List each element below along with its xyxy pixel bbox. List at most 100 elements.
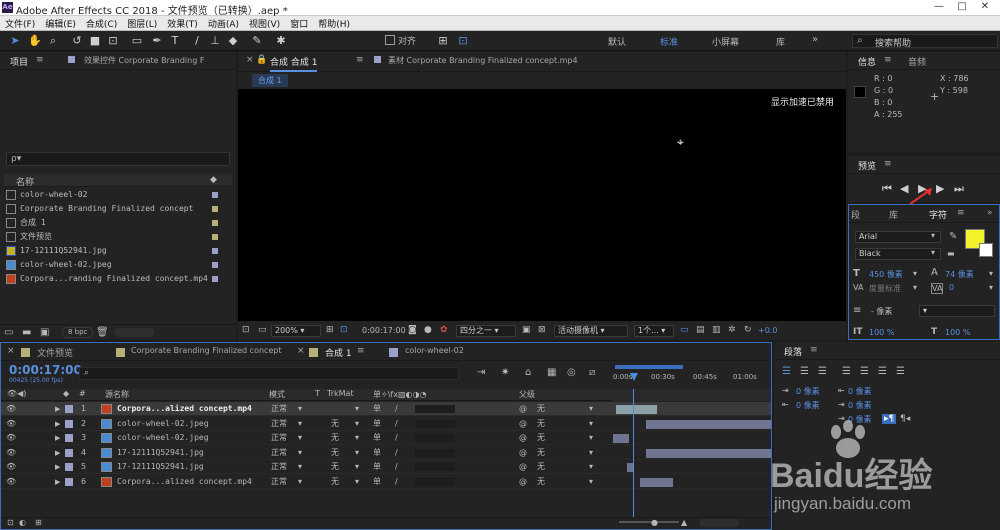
table-row[interactable]: 👁 ▶ 5 17-12111Q52941.jpg 正常 ▾ 无 ▾ 单 / @ 无 ▾	[1, 460, 771, 474]
column-name-label[interactable]: 名称	[16, 175, 34, 188]
label-column-icon[interactable]: ◆	[210, 175, 217, 185]
menu-file[interactable]: 文件(F)	[0, 16, 40, 31]
panel-menu-icon[interactable]: ≡	[36, 55, 44, 65]
kerning-dropdown-icon[interactable]: ▾	[913, 283, 917, 292]
panel-menu-icon[interactable]: ≡	[884, 159, 892, 169]
menu-help[interactable]: 帮助(H)	[313, 16, 355, 31]
mode-dropdown-icon[interactable]: ▾	[298, 460, 302, 474]
pen-tool-icon[interactable]: ✒	[150, 34, 164, 48]
shy-switch-icon[interactable]: 单	[373, 402, 381, 416]
bpc-button[interactable]: 8 bpc	[62, 327, 94, 338]
layer-name[interactable]: color-wheel-02.jpeg	[117, 417, 209, 431]
layer-parent[interactable]: 无	[537, 460, 545, 474]
layer-mode[interactable]: 正常	[271, 402, 287, 416]
shy-switch-icon[interactable]: 单	[373, 460, 381, 474]
timeline-current-time[interactable]: 0:00:17:00	[9, 363, 82, 377]
layer-duration-bar[interactable]	[616, 405, 658, 414]
snapshot-icon[interactable]: ◙	[408, 325, 417, 335]
zoom-dropdown[interactable]: 200% ▾	[271, 325, 321, 337]
zoom-handle-icon[interactable]: ●	[651, 518, 658, 527]
align-right-icon[interactable]: ☰	[818, 366, 827, 377]
parent-dropdown-icon[interactable]: ▾	[589, 402, 593, 416]
pickwhip-icon[interactable]: @	[519, 417, 527, 431]
puppet-tool-icon[interactable]: ✱	[274, 34, 288, 48]
label-swatch[interactable]	[65, 448, 73, 457]
mask-visibility-icon[interactable]: ⊡	[340, 325, 348, 335]
draft-3d-icon[interactable]: ✷	[501, 367, 509, 378]
mode-dropdown-icon[interactable]: ▾	[298, 475, 302, 489]
tab-character[interactable]: 字符	[929, 208, 947, 221]
indent-left-value[interactable]: 0 像素	[796, 386, 820, 397]
last-frame-icon[interactable]: ⏭	[954, 182, 964, 196]
visibility-eye-icon[interactable]: 👁	[6, 431, 16, 445]
next-frame-icon[interactable]: ▶	[936, 182, 944, 195]
tracking-value[interactable]: 0	[949, 283, 954, 292]
layer-trkmat[interactable]: 无	[331, 431, 339, 445]
playhead-line[interactable]	[633, 389, 634, 517]
graph-editor-icon[interactable]: ⧄	[589, 367, 595, 378]
snap-edges-icon[interactable]: ⊡	[456, 34, 470, 48]
new-composition-icon[interactable]: ▣	[40, 327, 49, 338]
tab-composition[interactable]: 合成 合成 1	[270, 55, 318, 72]
composition-flowchart-icon[interactable]: ⇥	[477, 367, 485, 378]
pickwhip-icon[interactable]: @	[519, 460, 527, 474]
composition-viewer[interactable]: 显示加速已禁用 ⌖	[238, 89, 846, 321]
clone-stamp-tool-icon[interactable]: ⊥	[208, 34, 222, 48]
pickwhip-icon[interactable]: @	[519, 431, 527, 445]
frame-blending-icon[interactable]: ▦	[547, 367, 556, 378]
layer-duration-bar[interactable]	[613, 434, 629, 443]
source-name-header[interactable]: 源名称	[105, 389, 129, 400]
timeline-icon[interactable]: ▥	[712, 325, 721, 335]
delete-icon[interactable]: 🗑	[96, 327, 109, 338]
close-tab-icon[interactable]: ×	[246, 55, 254, 65]
trkmat-dropdown-icon[interactable]: ▾	[355, 460, 359, 474]
layer-mode[interactable]: 正常	[271, 475, 287, 489]
layer-mode[interactable]: 正常	[271, 431, 287, 445]
label-swatch[interactable]	[65, 477, 73, 486]
align-left-icon[interactable]: ☰	[782, 366, 791, 377]
exposure-reset-icon[interactable]: ↻	[744, 325, 752, 335]
tab-comp1[interactable]: 合成 1	[325, 346, 352, 359]
flowchart-icon[interactable]: ✲	[728, 325, 736, 335]
tab-preview[interactable]: 预览	[858, 159, 876, 172]
layer-trkmat[interactable]: 无	[331, 417, 339, 431]
panel-menu-icon[interactable]: ≡	[957, 208, 965, 218]
eraser-tool-icon[interactable]: ◆	[226, 34, 240, 48]
pickwhip-icon[interactable]: @	[519, 475, 527, 489]
space-before-value[interactable]: 0 像素	[848, 386, 872, 397]
camera-tool-icon[interactable]: ■	[88, 34, 102, 48]
layer-parent[interactable]: 无	[537, 446, 545, 460]
selection-tool-icon[interactable]: ➤	[8, 34, 22, 48]
parent-dropdown-icon[interactable]: ▾	[589, 417, 593, 431]
tab-audio[interactable]: 音频	[908, 55, 926, 68]
space-after-value[interactable]: 0 像素	[848, 400, 872, 411]
resolution-dropdown[interactable]: 四分之一 ▾	[456, 325, 516, 337]
help-search-box[interactable]: ⌕ 搜索帮助	[852, 34, 998, 49]
tab-library[interactable]: 库	[889, 208, 898, 221]
quality-switch-icon[interactable]: /	[395, 475, 398, 489]
parent-dropdown-icon[interactable]: ▾	[589, 446, 593, 460]
visibility-eye-icon[interactable]: 👁	[6, 460, 16, 474]
layer-duration-bar[interactable]	[646, 419, 771, 429]
list-item[interactable]: Corpora...randing Finalized concept.mp4	[6, 272, 224, 286]
tab-corporate-branding[interactable]: Corporate Branding Finalized concept	[131, 346, 282, 355]
ltr-direction-icon[interactable]: ▸¶	[882, 414, 897, 424]
layer-duration-bar[interactable]	[639, 477, 674, 487]
mode-dropdown-icon[interactable]: ▾	[298, 417, 302, 431]
type-tool-icon[interactable]: T	[168, 34, 182, 48]
layer-parent[interactable]: 无	[537, 402, 545, 416]
justify-last-left-icon[interactable]: ☰	[842, 366, 851, 377]
font-family-dropdown[interactable]: Arial	[855, 231, 941, 243]
eyedropper-icon[interactable]: ✎	[949, 231, 957, 242]
timeline-search-input[interactable]: ⌕	[79, 367, 459, 380]
workspace-default[interactable]: 默认	[608, 35, 626, 48]
layer-name[interactable]: 17-12111Q52941.jpg	[117, 446, 204, 460]
close-tab-icon[interactable]: ×	[297, 346, 305, 356]
menu-composition[interactable]: 合成(C)	[81, 16, 122, 31]
panel-menu-icon[interactable]: ≡	[810, 345, 818, 355]
visibility-eye-icon[interactable]: 👁	[6, 475, 16, 489]
trkmat-dropdown-icon[interactable]: ▾	[355, 446, 359, 460]
tab-info[interactable]: 信息	[858, 55, 876, 68]
monitor-icon[interactable]: ▭	[258, 325, 267, 335]
close-icon[interactable]: ✕	[976, 1, 994, 14]
